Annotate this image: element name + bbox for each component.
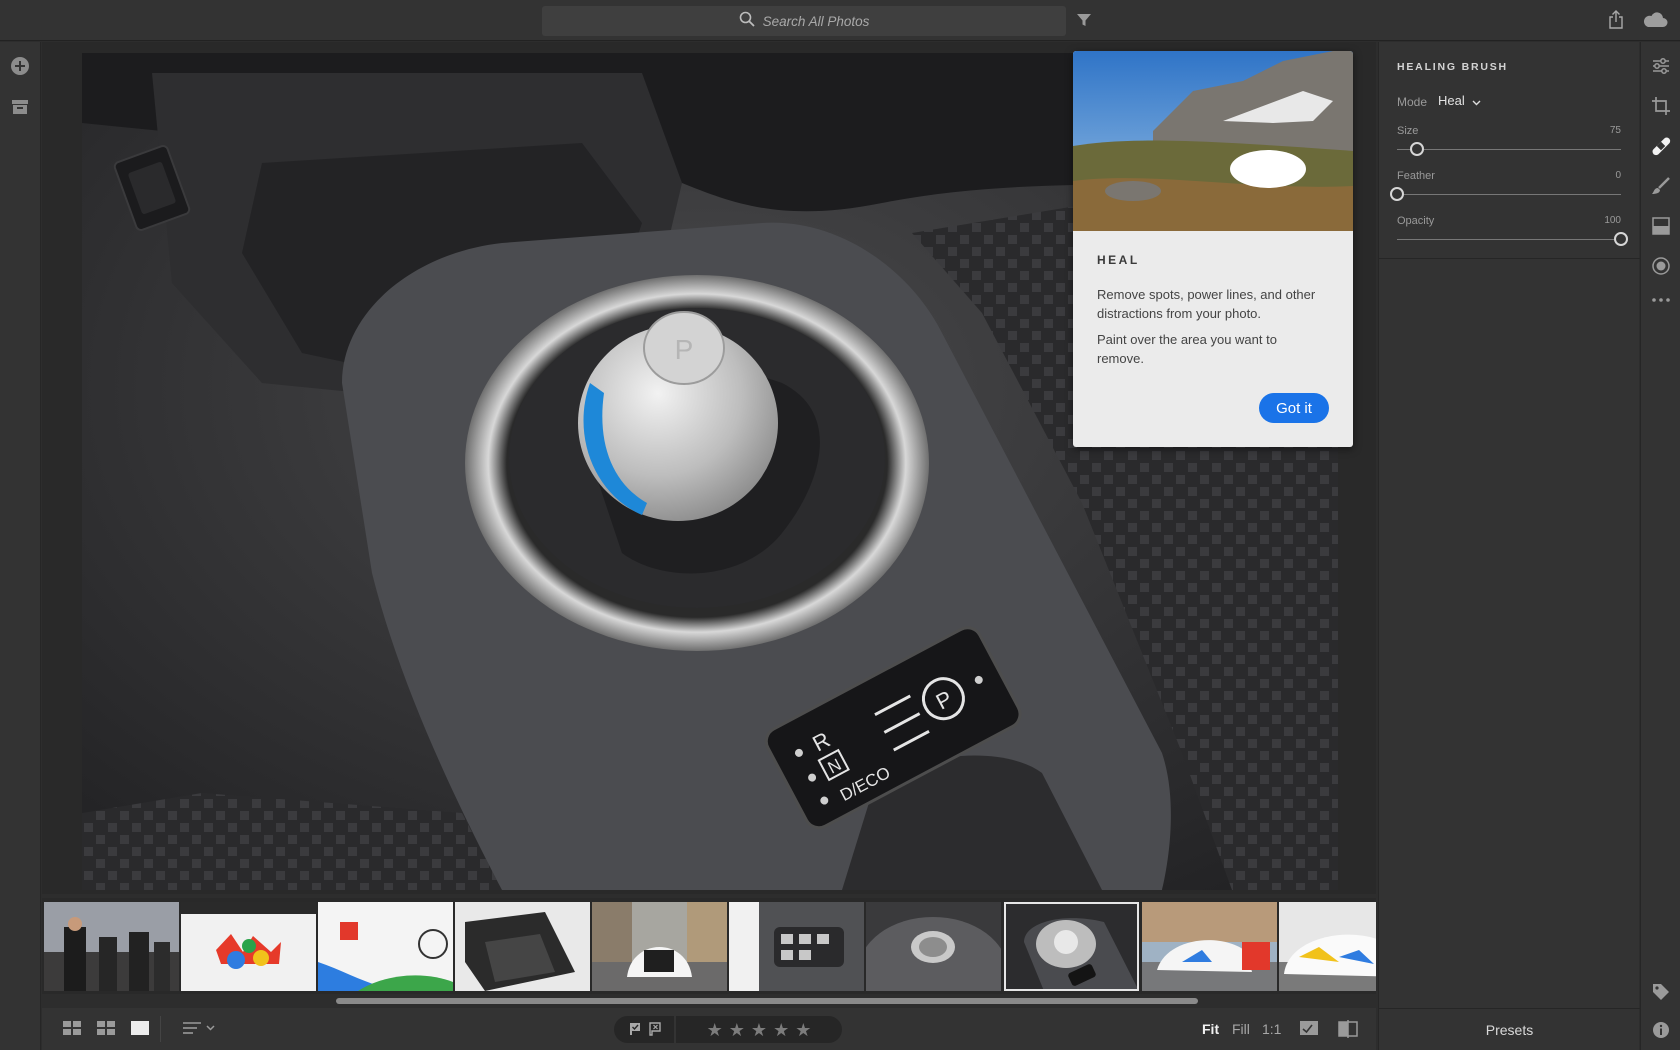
left-rail [0, 42, 41, 1050]
filmstrip-thumbnail[interactable] [1279, 902, 1376, 991]
info-icon[interactable] [1651, 1020, 1671, 1040]
star-5[interactable]: ★ [795, 1021, 811, 1039]
healing-brush-icon[interactable] [1651, 136, 1671, 156]
panel-title: HEALING BRUSH [1397, 61, 1508, 73]
mode-label: Mode [1397, 95, 1428, 109]
filmstrip-thumbnail[interactable] [181, 902, 316, 991]
search-input[interactable]: Search All Photos [542, 6, 1066, 36]
got-it-button[interactable]: Got it [1259, 393, 1329, 423]
presets-button[interactable]: Presets [1379, 1008, 1640, 1050]
sort-icon[interactable] [182, 1020, 216, 1041]
opacity-value: 100 [1604, 215, 1621, 226]
edit-sliders-icon[interactable] [1651, 56, 1671, 76]
filmstrip-thumbnail[interactable] [318, 902, 453, 991]
star-4[interactable]: ★ [773, 1021, 789, 1039]
star-1[interactable]: ★ [707, 1021, 723, 1039]
show-original-icon[interactable] [1299, 1020, 1319, 1041]
edit-tool-strip [1640, 42, 1680, 1050]
size-label: Size [1397, 125, 1419, 137]
brush-icon[interactable] [1651, 176, 1671, 196]
filmstrip-thumbnail-selected[interactable] [1004, 902, 1139, 991]
callout-title: HEAL [1097, 253, 1140, 267]
healing-brush-section: HEALING BRUSH Mode Heal Size 75 Feather … [1379, 42, 1640, 259]
size-knob[interactable] [1410, 142, 1425, 156]
size-value: 75 [1609, 125, 1621, 136]
filmstrip-thumbnail[interactable] [455, 902, 590, 991]
opacity-track [1397, 239, 1621, 240]
linear-gradient-icon[interactable] [1651, 216, 1671, 236]
star-3[interactable]: ★ [751, 1021, 767, 1039]
before-after-icon[interactable] [1338, 1020, 1358, 1043]
healing-brush-panel: HEALING BRUSH Mode Heal Size 75 Feather … [1378, 42, 1640, 1050]
heal-example-image [1073, 51, 1353, 231]
mode-value: Heal [1438, 93, 1465, 108]
zoom-fit[interactable]: Fit [1202, 1021, 1219, 1037]
filmstrip-thumbnail[interactable] [866, 902, 1001, 991]
share-icon[interactable] [1608, 10, 1624, 35]
size-track [1397, 149, 1621, 150]
app-window: Search All Photos P R N D/ECO P HEAL Rem… [0, 0, 1680, 1050]
feather-knob[interactable] [1390, 187, 1404, 201]
filmstrip-thumbnail[interactable] [592, 902, 727, 991]
square-grid-view-icon[interactable] [62, 1020, 82, 1041]
zoom-fill[interactable]: Fill [1232, 1021, 1250, 1037]
flag-reject-icon[interactable] [648, 1022, 662, 1041]
add-photos-icon[interactable] [10, 56, 30, 81]
flag-pick-icon[interactable] [628, 1022, 642, 1041]
filmstrip-scrollbar[interactable] [42, 996, 1376, 1006]
search-icon [739, 11, 755, 32]
library-icon[interactable] [10, 98, 30, 121]
feather-value: 0 [1615, 170, 1621, 181]
star-rating[interactable]: ★ ★ ★ ★ ★ [676, 1016, 842, 1043]
filmstrip-thumbnail[interactable] [729, 902, 864, 991]
filmstrip [42, 898, 1376, 994]
filter-icon[interactable] [1076, 12, 1092, 33]
filmstrip-thumbnail[interactable] [44, 902, 179, 991]
feather-slider[interactable]: Feather 0 [1390, 170, 1621, 210]
size-slider[interactable]: Size 75 [1397, 125, 1621, 165]
photo-grid-view-icon[interactable] [96, 1020, 116, 1041]
zoom-1to1[interactable]: 1:1 [1262, 1021, 1281, 1037]
heal-callout: HEAL Remove spots, power lines, and othe… [1073, 51, 1353, 447]
svg-text:P: P [675, 334, 694, 365]
top-bar: Search All Photos [0, 0, 1680, 41]
opacity-slider[interactable]: Opacity 100 [1397, 215, 1628, 255]
scrollbar-thumb[interactable] [336, 998, 1198, 1004]
cloud-icon[interactable] [1642, 11, 1668, 34]
bottom-toolbar: ★ ★ ★ ★ ★ Fit Fill 1:1 [42, 1008, 1376, 1050]
toolbar-divider [160, 1016, 161, 1042]
feather-label: Feather [1397, 170, 1435, 182]
filmstrip-thumbnail[interactable] [1142, 902, 1277, 991]
detail-view-icon[interactable] [130, 1020, 150, 1041]
callout-instruction: Paint over the area you want to remove. [1097, 332, 1277, 366]
mode-dropdown[interactable]: Heal [1438, 93, 1481, 109]
search-placeholder: Search All Photos [762, 13, 870, 29]
feather-track [1397, 194, 1621, 195]
tag-icon[interactable] [1651, 982, 1671, 1002]
flag-controls [614, 1016, 674, 1043]
radial-gradient-icon[interactable] [1651, 256, 1671, 276]
opacity-knob[interactable] [1614, 232, 1628, 246]
chevron-down-icon [1472, 94, 1481, 109]
star-2[interactable]: ★ [729, 1021, 745, 1039]
more-options-icon[interactable] [1651, 290, 1671, 310]
callout-description: Remove spots, power lines, and other dis… [1097, 287, 1316, 321]
crop-icon[interactable] [1651, 96, 1671, 116]
opacity-label: Opacity [1397, 215, 1435, 227]
